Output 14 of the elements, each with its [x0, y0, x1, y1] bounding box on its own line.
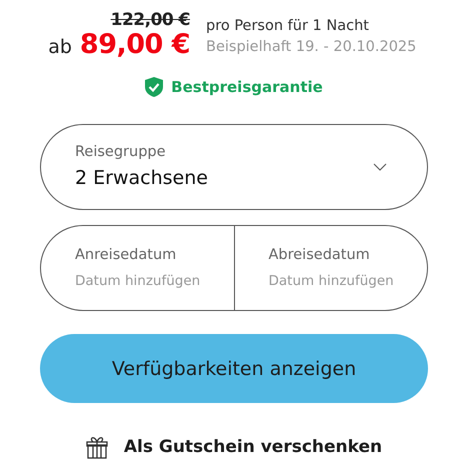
gift-icon — [86, 437, 108, 460]
travel-group-select[interactable]: Reisegruppe 2 Erwachsene — [40, 124, 428, 210]
gift-voucher-link[interactable]: Als Gutschein verschenken — [124, 435, 382, 461]
original-price: 122,00 € — [110, 10, 190, 30]
select-value: 2 Erwachsene — [75, 166, 208, 192]
price-note: pro Person für 1 Nacht — [206, 18, 370, 36]
price-prefix: ab — [48, 35, 72, 60]
current-price: 89,00 € — [80, 30, 190, 60]
show-availability-button[interactable]: Verfügbarkeiten anzeigen — [40, 334, 428, 404]
chevron-down-icon — [373, 163, 387, 172]
best-price-label: Bestpreisgarantie — [171, 76, 323, 98]
select-label: Reisegruppe — [75, 143, 167, 162]
example-dates: Beispielhaft 19. - 20.10.2025 — [206, 39, 416, 57]
shield-check-icon — [145, 77, 164, 98]
